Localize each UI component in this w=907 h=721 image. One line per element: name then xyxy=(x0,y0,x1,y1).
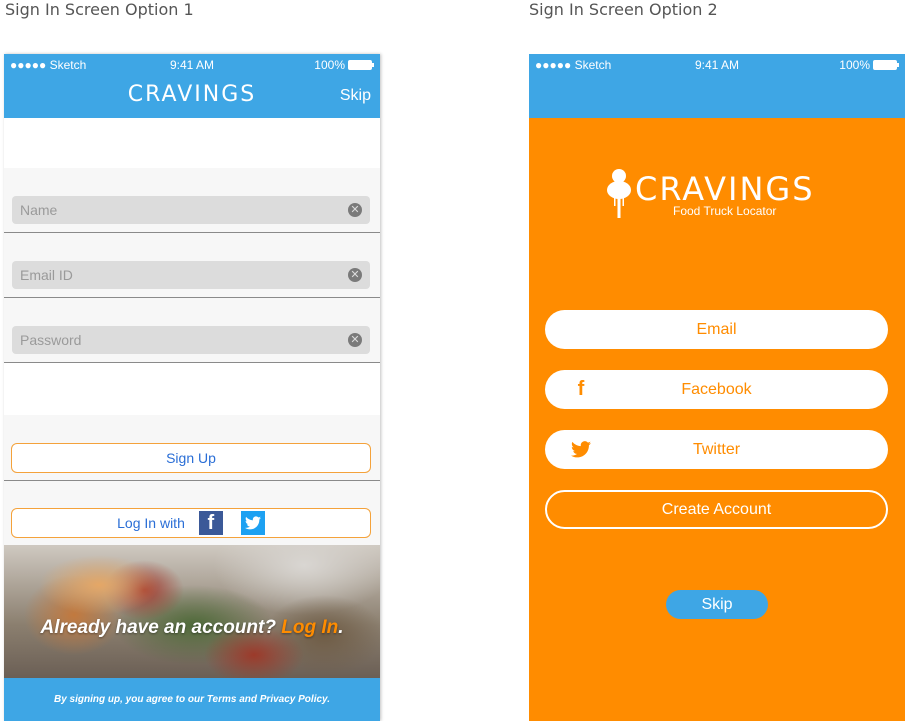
already-text: Already have an account? xyxy=(40,617,276,638)
already-have-account: Already have an account? Log In. xyxy=(4,617,380,639)
log-in-link[interactable]: Log In xyxy=(281,617,338,638)
battery-percent: 100% xyxy=(314,58,345,72)
facebook-icon: f xyxy=(577,377,585,400)
password-field[interactable]: ✕ xyxy=(12,326,370,354)
pin-fork-icon xyxy=(607,169,631,218)
battery-icon xyxy=(348,60,374,70)
log-in-with-button[interactable]: Log In with f xyxy=(11,508,371,538)
create-account-label: Create Account xyxy=(661,500,772,518)
facebook-icon[interactable]: f xyxy=(198,511,223,535)
divider xyxy=(4,297,380,298)
create-account-button[interactable]: Create Account xyxy=(545,490,888,529)
email-input[interactable] xyxy=(12,261,348,289)
sign-up-button[interactable]: Sign Up xyxy=(11,443,371,473)
name-field[interactable]: ✕ xyxy=(12,196,370,224)
battery-icon xyxy=(873,60,899,70)
twitter-button[interactable]: Twitter xyxy=(545,430,888,469)
skip-button[interactable]: Skip xyxy=(340,87,371,105)
divider xyxy=(4,232,380,233)
sign-up-label: Sign Up xyxy=(166,450,216,466)
divider xyxy=(4,480,380,481)
background-food-photo: Already have an account? Log In. xyxy=(4,545,380,678)
logo-subtitle: Food Truck Locator xyxy=(673,204,777,218)
logo-word: CRAVINGS xyxy=(635,170,815,208)
nav-bar: ●●●●● Sketch 9:41 AM 100% CRAVINGS Skip xyxy=(4,54,380,118)
nav-bar: ●●●●● Sketch 9:41 AM 100% xyxy=(529,54,905,118)
terms-footer: By signing up, you agree to our Terms an… xyxy=(4,678,380,721)
sign-in-screen-option-2: ●●●●● Sketch 9:41 AM 100% CRAVINGS Food … xyxy=(529,54,905,721)
twitter-icon[interactable] xyxy=(240,511,265,535)
email-button[interactable]: Email xyxy=(545,310,888,349)
terms-text[interactable]: By signing up, you agree to our Terms an… xyxy=(54,694,330,705)
form-spacer xyxy=(4,363,380,415)
sign-in-screen-option-1: ●●●●● Sketch 9:41 AM 100% CRAVINGS Skip … xyxy=(4,54,380,721)
header-spacer xyxy=(4,118,380,168)
name-input[interactable] xyxy=(12,196,348,224)
log-in-with-label: Log In with xyxy=(117,515,185,531)
clear-icon[interactable]: ✕ xyxy=(348,268,362,282)
app-title: CRAVINGS xyxy=(127,82,257,107)
caption-option-2: Sign In Screen Option 2 xyxy=(529,0,718,19)
battery-indicator: 100% xyxy=(839,58,899,72)
email-label: Email xyxy=(696,320,737,338)
skip-button[interactable]: Skip xyxy=(666,590,768,619)
twitter-label: Twitter xyxy=(692,440,741,458)
facebook-button[interactable]: f Facebook xyxy=(545,370,888,409)
already-period: . xyxy=(338,617,344,638)
status-bar: ●●●●● Sketch 9:41 AM 100% xyxy=(4,54,380,76)
battery-indicator: 100% xyxy=(314,58,374,72)
clear-icon[interactable]: ✕ xyxy=(348,333,362,347)
email-field[interactable]: ✕ xyxy=(12,261,370,289)
caption-option-1: Sign In Screen Option 1 xyxy=(5,0,194,19)
clear-icon[interactable]: ✕ xyxy=(348,203,362,217)
facebook-label: Facebook xyxy=(681,380,752,398)
password-input[interactable] xyxy=(12,326,348,354)
status-bar: ●●●●● Sketch 9:41 AM 100% xyxy=(529,54,905,76)
skip-label: Skip xyxy=(701,595,733,613)
twitter-icon xyxy=(570,438,592,460)
battery-percent: 100% xyxy=(839,58,870,72)
cravings-logo: CRAVINGS Food Truck Locator xyxy=(605,168,833,224)
